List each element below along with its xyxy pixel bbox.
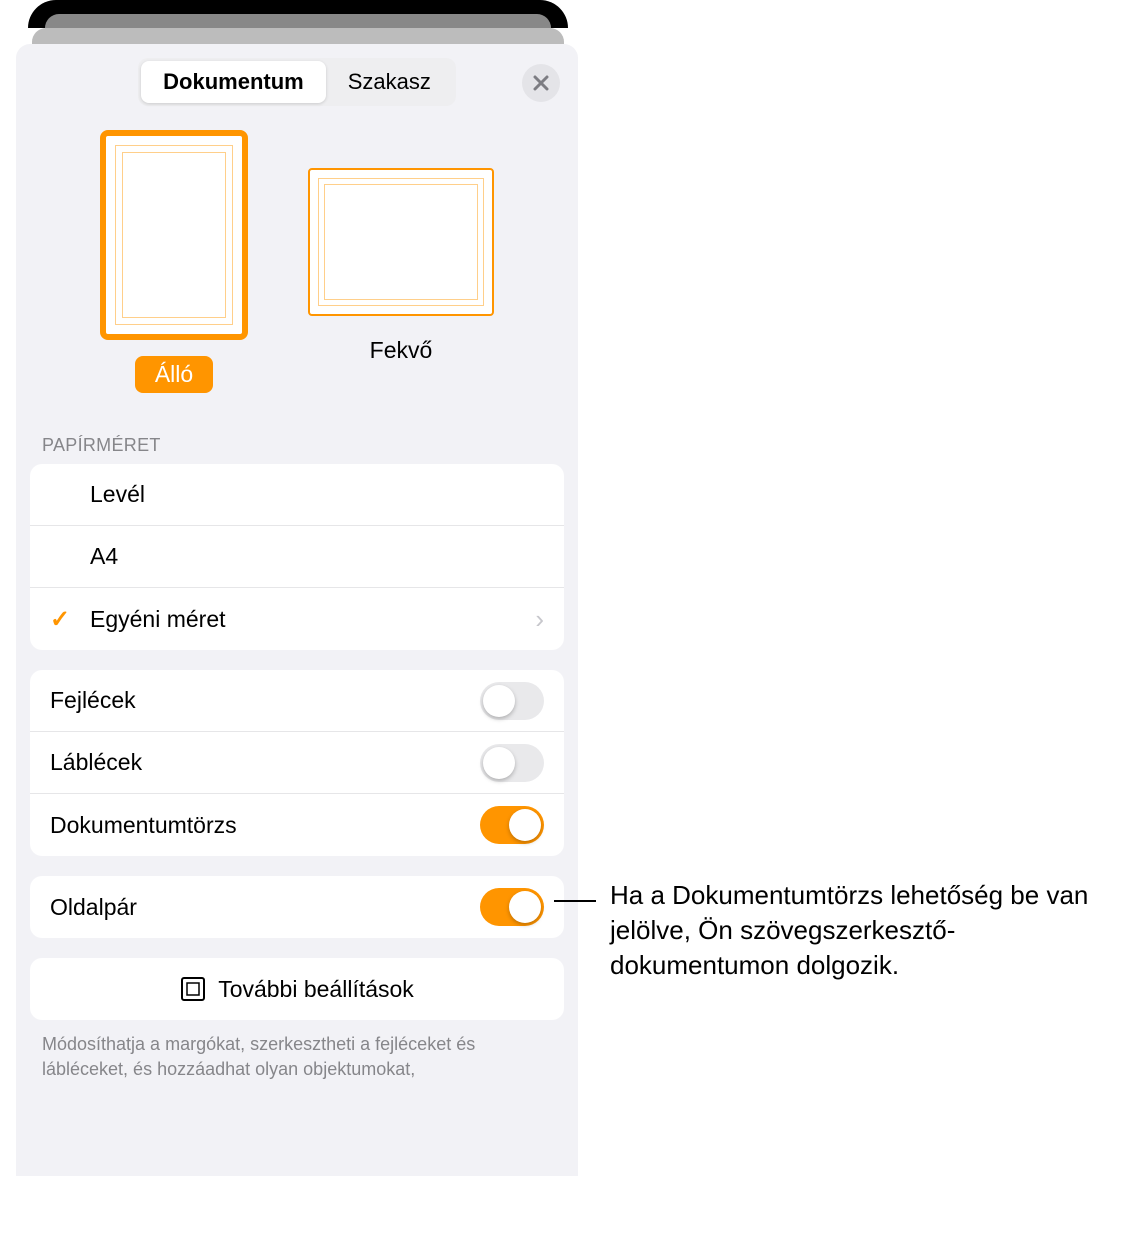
orientation-landscape-label: Fekvő: [350, 332, 453, 369]
paper-size-custom[interactable]: ✓ Egyéni méret ›: [30, 588, 564, 650]
landscape-thumb-icon: [308, 168, 494, 316]
panel-header: Dokumentum Szakasz: [16, 44, 578, 120]
footers-row: Láblécek: [30, 732, 564, 794]
more-settings-label: További beállítások: [218, 976, 414, 1003]
margins-icon: [180, 976, 206, 1002]
footers-toggle[interactable]: [480, 744, 544, 782]
callout-text: Ha a Dokumentumtörzs lehetőség be van je…: [610, 878, 1120, 983]
document-body-row: Dokumentumtörzs: [30, 794, 564, 856]
paper-size-label: Levél: [90, 481, 544, 508]
close-icon: [533, 75, 549, 91]
footer-note: Módosíthatja a margókat, szerkesztheti a…: [16, 1032, 578, 1082]
tab-section[interactable]: Szakasz: [326, 61, 453, 103]
facing-pages-group: Oldalpár: [30, 876, 564, 938]
headers-row: Fejlécek: [30, 670, 564, 732]
chevron-right-icon: ›: [535, 604, 544, 635]
more-settings-button[interactable]: További beállítások: [30, 958, 564, 1020]
headers-toggle[interactable]: [480, 682, 544, 720]
orientation-selector: Álló Fekvő: [16, 120, 578, 417]
facing-pages-label: Oldalpár: [50, 894, 480, 921]
callout-leader-line: [554, 900, 596, 902]
document-body-toggle[interactable]: [480, 806, 544, 844]
footers-label: Láblécek: [50, 749, 480, 776]
facing-pages-row: Oldalpár: [30, 876, 564, 938]
header-footer-group: Fejlécek Láblécek Dokumentumtörzs: [30, 670, 564, 856]
paper-size-group: Levél A4 ✓ Egyéni méret ›: [30, 464, 564, 650]
document-settings-panel: Dokumentum Szakasz Álló Fekvő Papírméret…: [16, 44, 578, 1176]
checkmark-icon: ✓: [50, 605, 90, 634]
portrait-thumb-icon: [100, 130, 248, 340]
paper-size-letter[interactable]: Levél: [30, 464, 564, 526]
paper-size-header: Papírméret: [16, 417, 578, 464]
tab-segmented-control: Dokumentum Szakasz: [138, 58, 456, 106]
paper-size-label: Egyéni méret: [90, 606, 535, 633]
tab-document[interactable]: Dokumentum: [141, 61, 326, 103]
orientation-landscape[interactable]: Fekvő: [308, 130, 494, 393]
paper-size-a4[interactable]: A4: [30, 526, 564, 588]
document-body-label: Dokumentumtörzs: [50, 812, 480, 839]
orientation-portrait-label: Álló: [135, 356, 213, 393]
orientation-portrait[interactable]: Álló: [100, 130, 248, 393]
facing-pages-toggle[interactable]: [480, 888, 544, 926]
close-button[interactable]: [522, 64, 560, 102]
headers-label: Fejlécek: [50, 687, 480, 714]
paper-size-label: A4: [90, 543, 544, 570]
